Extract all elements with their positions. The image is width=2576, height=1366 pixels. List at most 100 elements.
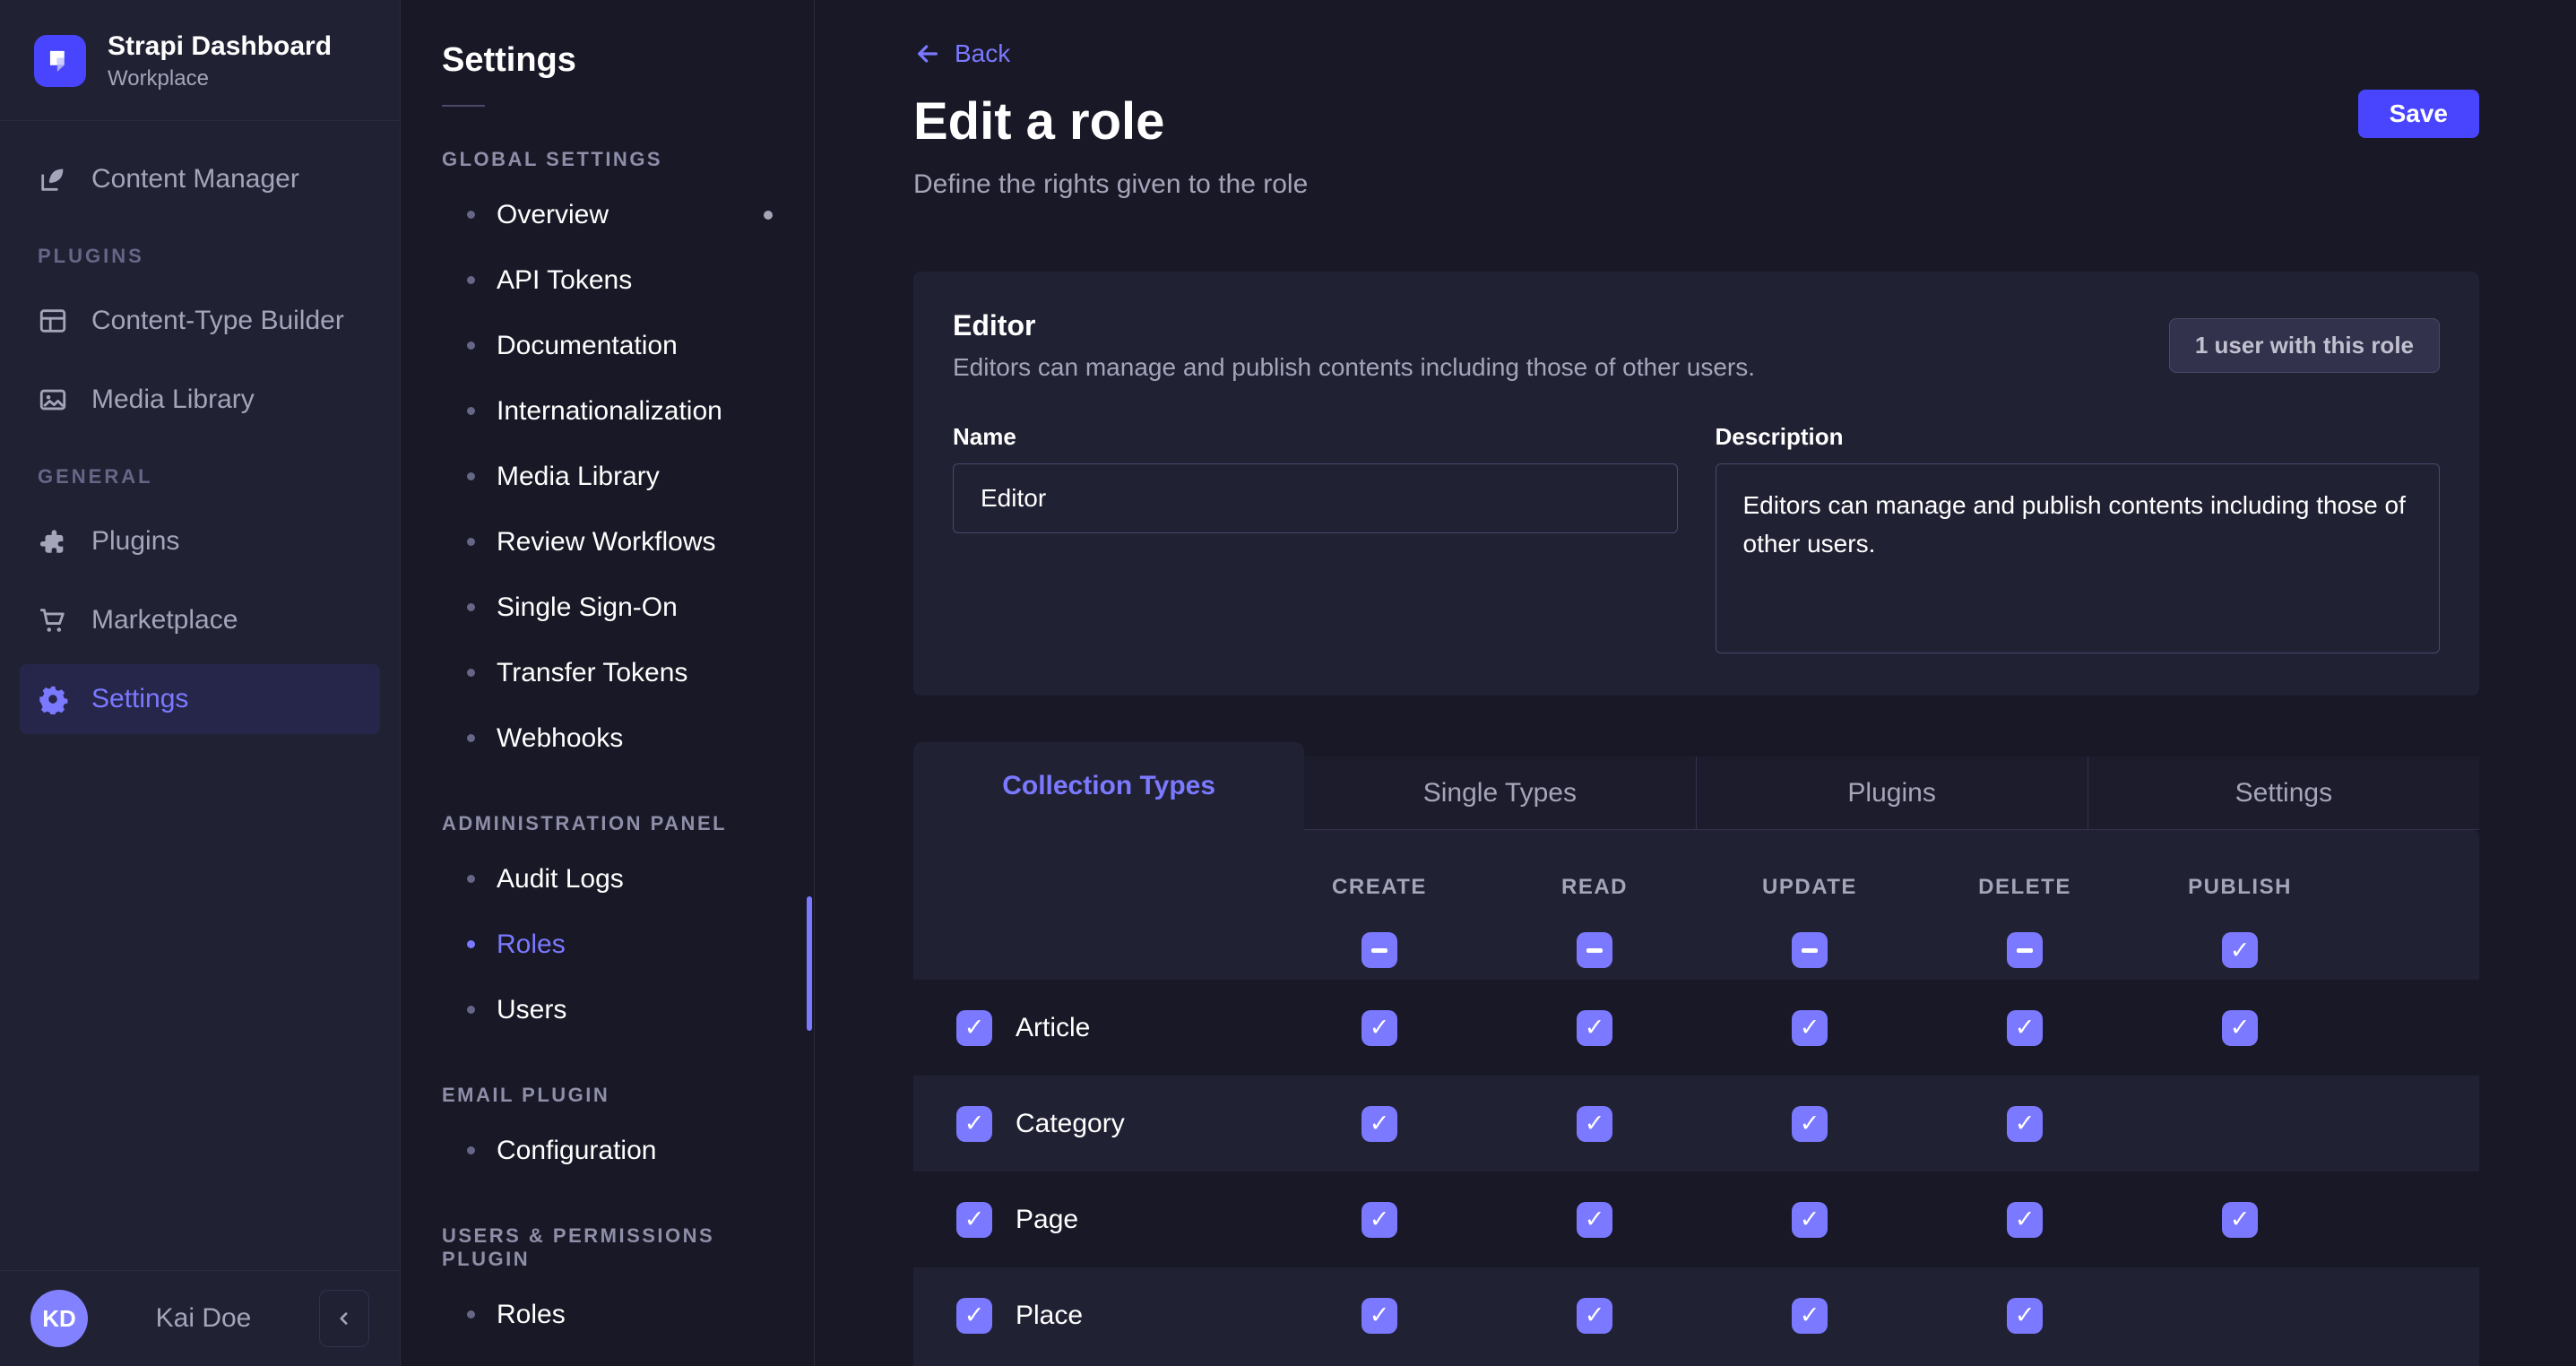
sidebar-item-label: Media Library [91, 385, 255, 415]
row-checkbox[interactable] [956, 1106, 992, 1142]
sidebar-item-marketplace[interactable]: Marketplace [20, 585, 380, 655]
subnav-item-label: Single Sign-On [497, 592, 678, 623]
role-description-text: Editors can manage and publish contents … [953, 353, 1755, 382]
subnav-item-documentation[interactable]: Documentation [401, 313, 814, 378]
sidebar-item-label: Marketplace [91, 605, 238, 635]
subnav-item-label: Roles [497, 929, 566, 960]
subnav-section-email-plugin: EMAIL PLUGIN [442, 1084, 773, 1107]
permissions-header: CREATE READ UPDATE DELETE PUBLISH [913, 830, 2479, 980]
read-checkbox[interactable] [1577, 1202, 1612, 1238]
delete-checkbox[interactable] [2007, 1010, 2043, 1046]
subnav-item-label: Users [497, 995, 566, 1025]
subnav-item-label: Internationalization [497, 396, 722, 427]
subnav-item-label: Audit Logs [497, 864, 624, 895]
create-checkbox[interactable] [1361, 1106, 1397, 1142]
avatar[interactable]: KD [30, 1290, 88, 1347]
subnav-section-global-settings: GLOBAL SETTINGS [442, 148, 773, 171]
update-checkbox[interactable] [1792, 1298, 1828, 1334]
subnav-item-single-sign-on[interactable]: Single Sign-On [401, 575, 814, 640]
delete-checkbox[interactable] [2007, 1298, 2043, 1334]
subnav-item-users[interactable]: Users [401, 977, 814, 1042]
subnav-item-webhooks[interactable]: Webhooks [401, 705, 814, 771]
subnav-item-configuration[interactable]: Configuration [401, 1118, 814, 1183]
select-all-update-checkbox[interactable] [1792, 932, 1828, 968]
sidebar-nav-list: Content Manager PLUGINS Content-Type Bui… [0, 121, 400, 1270]
select-all-publish-checkbox[interactable] [2222, 932, 2258, 968]
row-checkbox[interactable] [956, 1010, 992, 1046]
bullet-icon [467, 1146, 475, 1154]
update-checkbox[interactable] [1792, 1010, 1828, 1046]
select-all-create-checkbox[interactable] [1361, 932, 1397, 968]
notification-dot-icon [764, 211, 773, 220]
pen-icon [38, 164, 68, 195]
row-label: Page [1016, 1205, 1078, 1235]
tab-settings[interactable]: Settings [2088, 756, 2479, 830]
read-checkbox[interactable] [1577, 1298, 1612, 1334]
sidebar-item-plugins[interactable]: Plugins [20, 506, 380, 576]
subnav-item-transfer-tokens[interactable]: Transfer Tokens [401, 640, 814, 705]
brand[interactable]: Strapi Dashboard Workplace [0, 0, 400, 121]
read-checkbox[interactable] [1577, 1106, 1612, 1142]
header-spacer [913, 830, 1272, 980]
publish-checkbox[interactable] [2222, 1010, 2258, 1046]
subnav-scrollbar-thumb[interactable] [807, 896, 812, 1031]
subnav-section-users-permissions-plugin: USERS & PERMISSIONS PLUGIN [442, 1224, 773, 1271]
user-name: Kai Doe [106, 1303, 301, 1334]
table-row-place: Place [913, 1267, 2479, 1363]
description-field-group: Description Editors can manage and publi… [1716, 423, 2441, 658]
column-label: UPDATE [1762, 875, 1857, 900]
tab-plugins[interactable]: Plugins [1696, 756, 2088, 830]
subnav-item-api-tokens[interactable]: API Tokens [401, 247, 814, 313]
publish-checkbox[interactable] [2222, 1202, 2258, 1238]
column-update: UPDATE [1702, 830, 1917, 980]
column-delete: DELETE [1917, 830, 2132, 980]
save-button[interactable]: Save [2358, 90, 2479, 138]
bullet-icon [467, 276, 475, 284]
row-checkbox[interactable] [956, 1202, 992, 1238]
subnav-item-label: Media Library [497, 462, 660, 492]
column-label: READ [1561, 875, 1628, 900]
users-with-role-badge[interactable]: 1 user with this role [2169, 318, 2440, 373]
tab-single-types[interactable]: Single Types [1304, 756, 1695, 830]
subnav-item-overview[interactable]: Overview [401, 182, 814, 247]
column-label: PUBLISH [2188, 875, 2292, 900]
delete-checkbox[interactable] [2007, 1202, 2043, 1238]
table-row-article: Article [913, 980, 2479, 1076]
update-checkbox[interactable] [1792, 1106, 1828, 1142]
main-content: Back Edit a role Define the rights given… [815, 0, 2576, 1366]
subnav-item-up-roles[interactable]: Roles [401, 1282, 814, 1347]
sidebar-item-label: Content Manager [91, 164, 299, 195]
cart-icon [38, 605, 68, 635]
collapse-sidebar-button[interactable] [319, 1290, 369, 1347]
delete-checkbox[interactable] [2007, 1106, 2043, 1142]
bullet-icon [467, 940, 475, 948]
name-input[interactable] [953, 463, 1678, 533]
subnav-item-media-library[interactable]: Media Library [401, 444, 814, 509]
back-label: Back [955, 39, 1010, 68]
sidebar-item-content-type-builder[interactable]: Content-Type Builder [20, 286, 380, 356]
tab-collection-types[interactable]: Collection Types [913, 742, 1304, 830]
read-checkbox[interactable] [1577, 1010, 1612, 1046]
select-all-read-checkbox[interactable] [1577, 932, 1612, 968]
sidebar-item-media-library[interactable]: Media Library [20, 365, 380, 435]
role-card-head: Editor Editors can manage and publish co… [953, 309, 2440, 382]
sidebar-section-plugins: PLUGINS [38, 245, 380, 268]
create-checkbox[interactable] [1361, 1298, 1397, 1334]
subnav-item-internationalization[interactable]: Internationalization [401, 378, 814, 444]
row-checkbox[interactable] [956, 1298, 992, 1334]
subnav-item-roles[interactable]: Roles [401, 912, 814, 977]
role-fields: Name Description Editors can manage and … [953, 423, 2440, 658]
page-subtitle: Define the rights given to the role [913, 169, 2479, 200]
description-textarea[interactable]: Editors can manage and publish contents … [1716, 463, 2441, 653]
chevron-left-icon [333, 1307, 356, 1330]
sidebar-item-settings[interactable]: Settings [20, 664, 380, 734]
subnav-item-review-workflows[interactable]: Review Workflows [401, 509, 814, 575]
sidebar-item-label: Settings [91, 684, 188, 714]
subnav-item-audit-logs[interactable]: Audit Logs [401, 846, 814, 912]
create-checkbox[interactable] [1361, 1010, 1397, 1046]
update-checkbox[interactable] [1792, 1202, 1828, 1238]
select-all-delete-checkbox[interactable] [2007, 932, 2043, 968]
back-link[interactable]: Back [913, 39, 1010, 68]
sidebar-item-content-manager[interactable]: Content Manager [20, 144, 380, 214]
create-checkbox[interactable] [1361, 1202, 1397, 1238]
